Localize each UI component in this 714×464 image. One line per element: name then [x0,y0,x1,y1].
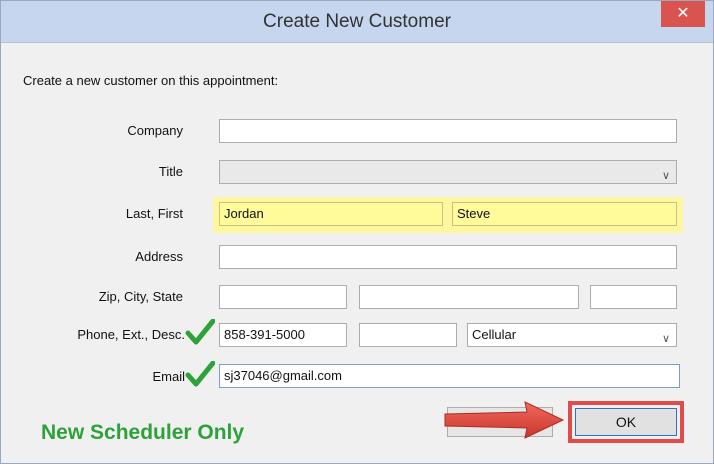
ext-field[interactable] [359,323,457,347]
zip-field[interactable] [219,285,347,309]
city-field[interactable] [359,285,579,309]
last-first-label: Last, First [125,206,183,221]
zip-city-state-label: Zip, City, State [98,289,183,304]
last-name-field[interactable]: Jordan [219,202,443,226]
company-field[interactable] [219,119,677,143]
phone-desc-select[interactable]: Cellular ∨ [467,323,677,347]
phone-ext-desc-label: Phone, Ext., Desc. [77,327,185,342]
address-field[interactable] [219,245,677,269]
address-label: Address [135,249,183,264]
first-name-field[interactable]: Steve [452,202,677,226]
green-check-icon [185,361,215,387]
green-check-icon [185,319,215,345]
phone-desc-value: Cellular [472,327,517,342]
email-field[interactable]: sj37046@gmail.com [219,364,680,388]
chevron-down-icon: ∨ [661,170,670,182]
chevron-down-icon: ∨ [661,333,670,345]
company-label: Company [127,123,183,138]
dialog-title: Create New Customer [263,11,451,32]
ok-button[interactable]: OK [575,408,677,436]
close-button[interactable]: ✕ [661,1,705,27]
phone-field[interactable]: 858-391-5000 [219,323,347,347]
close-icon: ✕ [676,5,690,22]
title-select[interactable]: ∨ [219,160,677,184]
title-bar: Create New Customer ✕ [1,1,713,43]
promo-text: New Scheduler Only [41,421,245,444]
red-arrow-icon [444,401,565,439]
title-label: Title [158,164,183,179]
form-prompt: Create a new customer on this appointmen… [23,73,279,88]
state-field[interactable] [590,285,677,309]
create-customer-dialog: Create New Customer ✕ Create a new custo… [0,0,714,464]
dialog-body: Create a new customer on this appointmen… [9,43,705,453]
email-label: Email [152,369,185,384]
